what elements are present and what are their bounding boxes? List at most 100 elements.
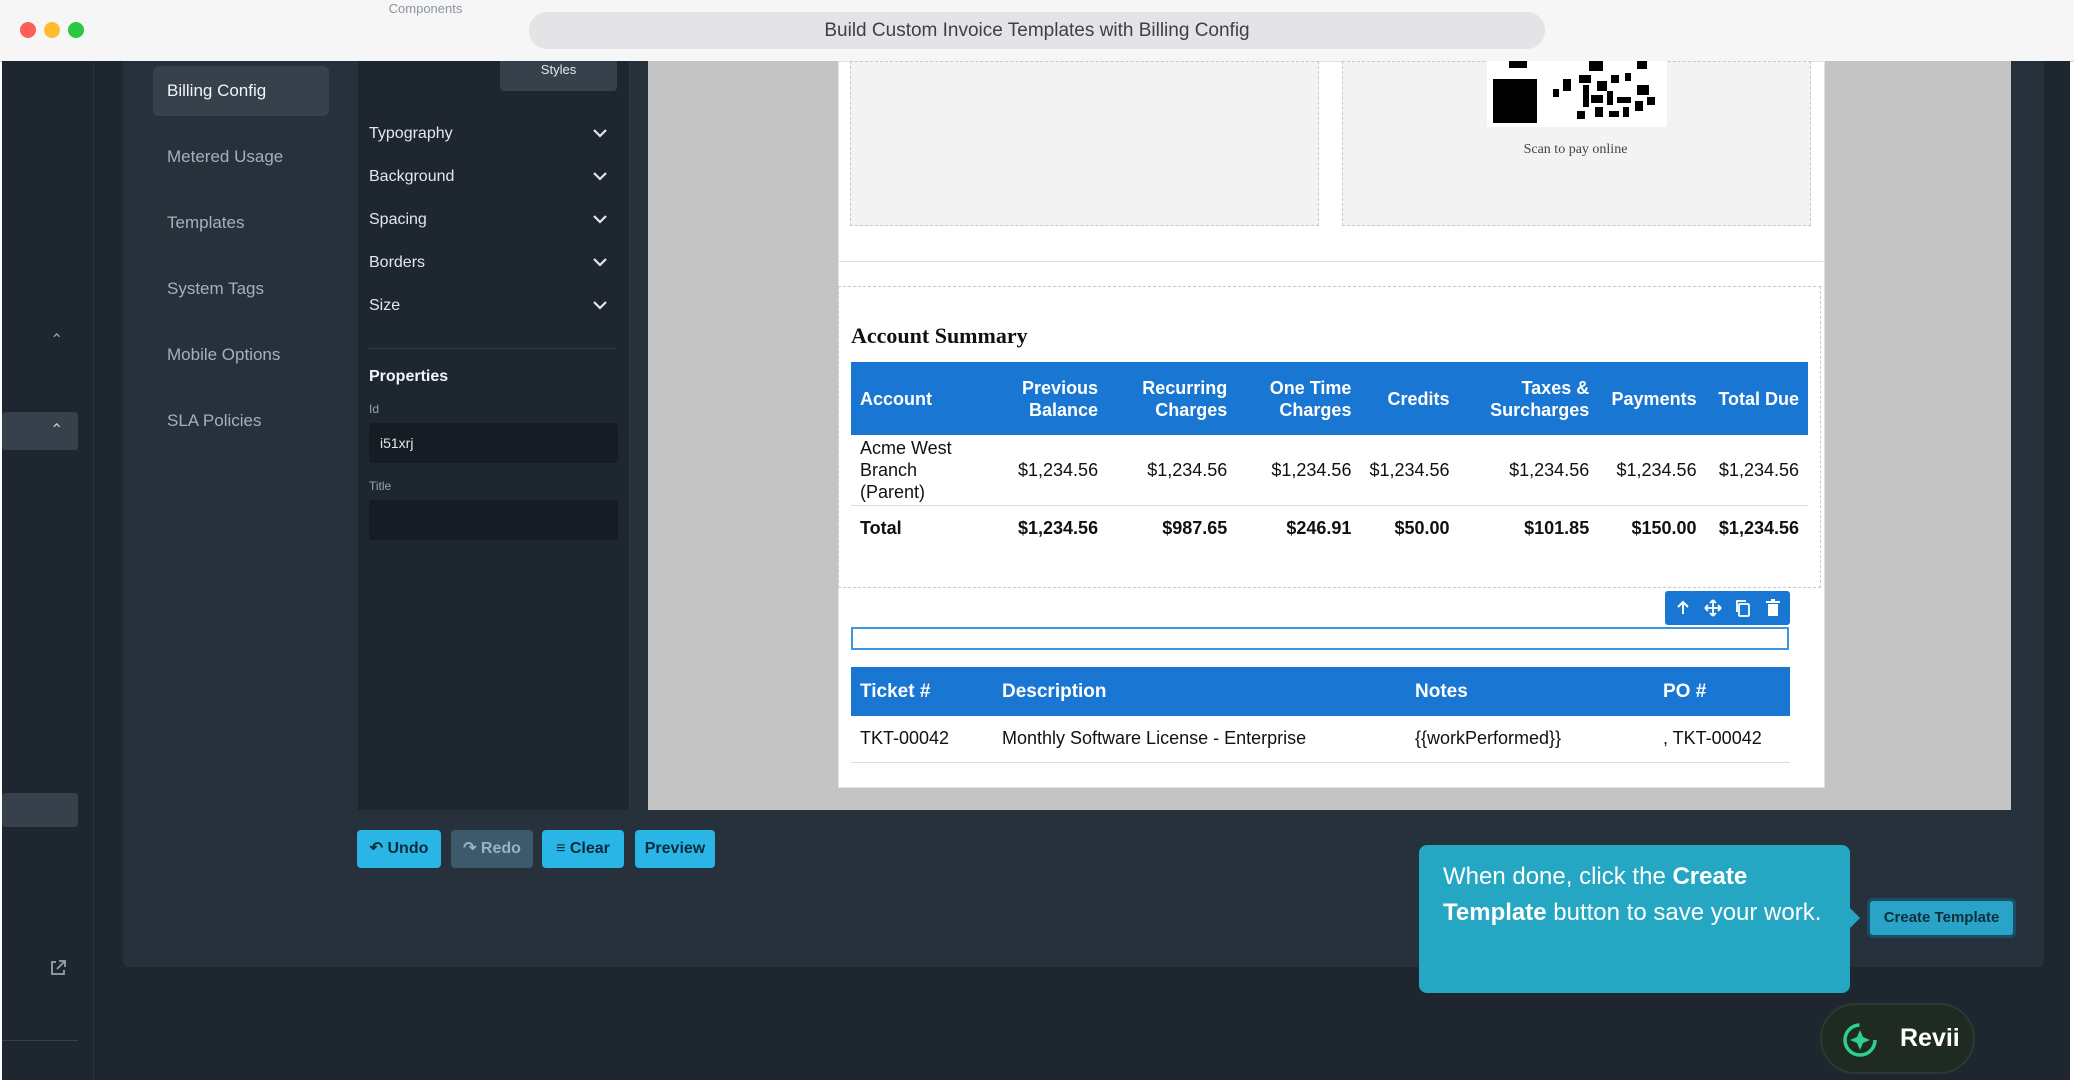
tooltip-text-post: button to save your work. bbox=[1546, 899, 1822, 926]
component-toolbar bbox=[1665, 591, 1790, 625]
nav-item-system-tags[interactable]: System Tags bbox=[153, 264, 329, 314]
table-cell: $1,234.56 bbox=[1271, 459, 1352, 480]
sector-borders[interactable]: Borders bbox=[369, 243, 615, 283]
column-header: Previous Balance bbox=[974, 362, 1108, 435]
chevron-down-icon bbox=[593, 114, 607, 154]
id-label: Id bbox=[369, 402, 380, 416]
redo-button[interactable]: ↷ Redo bbox=[451, 830, 533, 868]
table-cell: $150.00 bbox=[1631, 518, 1697, 539]
account-summary-title: Account Summary bbox=[851, 323, 1028, 348]
table-cell: $1,234.56 bbox=[1718, 459, 1799, 480]
column-header: Taxes & Surcharges bbox=[1458, 362, 1599, 435]
maximize-window-button[interactable] bbox=[68, 22, 84, 38]
qr-code-image bbox=[1487, 61, 1667, 127]
rail-item[interactable] bbox=[2, 793, 78, 827]
move-icon[interactable] bbox=[1703, 598, 1723, 618]
delete-icon[interactable] bbox=[1763, 598, 1783, 618]
preview-label: Preview bbox=[644, 840, 706, 857]
undo-button[interactable]: ↶ Undo bbox=[357, 830, 441, 868]
window-title: Build Custom Invoice Templates with Bill… bbox=[529, 12, 1545, 49]
properties-heading: Properties bbox=[369, 368, 449, 385]
preview-button[interactable]: Preview bbox=[635, 830, 715, 868]
column-header: PO # bbox=[1654, 667, 1790, 716]
tooltip-text-pre: When done, click the bbox=[1443, 863, 1673, 890]
table-cell: $1,234.56 bbox=[1718, 518, 1799, 539]
redo-label: Redo bbox=[480, 840, 521, 857]
revii-assistant-button[interactable]: Revii bbox=[1820, 1003, 1975, 1074]
guide-tooltip: When done, click the Create Template but… bbox=[1419, 845, 1850, 993]
table-cell: $50.00 bbox=[1394, 518, 1450, 539]
chevron-down-icon bbox=[593, 157, 607, 197]
undo-label: Undo bbox=[387, 840, 429, 857]
nav-item-templates[interactable]: Templates bbox=[153, 198, 329, 248]
sector-typography[interactable]: Typography bbox=[369, 114, 615, 154]
column-header: Ticket # bbox=[851, 667, 993, 716]
table-cell: $1,234.56 bbox=[1369, 459, 1450, 480]
table-cell: $1,234.56 bbox=[1018, 518, 1099, 539]
table-cell: Total bbox=[860, 518, 902, 539]
create-template-button[interactable]: Create Template bbox=[1867, 898, 2016, 938]
table-cell: $1,234.56 bbox=[1018, 459, 1099, 480]
sector-label: Background bbox=[369, 168, 455, 185]
select-parent-icon[interactable] bbox=[1673, 598, 1693, 618]
sector-background[interactable]: Background bbox=[369, 157, 615, 197]
chevron-up-icon[interactable]: ⌃ bbox=[50, 330, 63, 350]
clear-label: Clear bbox=[569, 840, 610, 857]
sector-label: Borders bbox=[369, 254, 426, 271]
undo-icon: ↶ bbox=[369, 840, 384, 857]
account-summary-table: Account Previous Balance Recurring Charg… bbox=[851, 362, 1808, 551]
left-rail bbox=[2, 61, 94, 1080]
sector-spacing[interactable]: Spacing bbox=[369, 200, 615, 240]
divider bbox=[838, 261, 1823, 262]
sector-label: Spacing bbox=[369, 211, 427, 228]
sector-label: Typography bbox=[369, 125, 453, 142]
chevron-down-icon bbox=[593, 286, 607, 326]
rail-section-toggle[interactable]: ⌃ bbox=[2, 412, 78, 450]
title-label: Title bbox=[369, 479, 392, 493]
external-link-icon[interactable] bbox=[48, 958, 68, 978]
rail-divider bbox=[2, 1040, 78, 1041]
column-header: Description bbox=[993, 667, 1406, 716]
nav-item-sla-policies[interactable]: SLA Policies bbox=[153, 396, 329, 446]
chevron-up-icon: ⌃ bbox=[50, 422, 64, 439]
table-cell: Monthly Software License - Enterprise bbox=[993, 716, 1406, 763]
clear-button[interactable]: ≡ Clear bbox=[542, 830, 624, 868]
table-cell: $1,234.56 bbox=[1147, 459, 1228, 480]
column-header: Credits bbox=[1360, 362, 1459, 435]
table-cell: $1,234.56 bbox=[1616, 459, 1697, 480]
table-cell: $101.85 bbox=[1524, 518, 1590, 539]
sparkle-icon bbox=[1840, 1019, 1880, 1059]
sector-size[interactable]: Size bbox=[369, 286, 615, 326]
tooltip-arrow bbox=[1850, 908, 1860, 928]
column-header: Account bbox=[851, 362, 975, 435]
tab-components[interactable]: Components bbox=[358, 0, 493, 30]
chevron-down-icon bbox=[593, 200, 607, 240]
divider bbox=[369, 348, 615, 349]
minimize-window-button[interactable] bbox=[44, 22, 60, 38]
nav-item-billing-config[interactable]: Billing Config bbox=[153, 66, 329, 116]
column-header: Payments bbox=[1598, 362, 1706, 435]
nav-item-metered-usage[interactable]: Metered Usage bbox=[153, 132, 329, 182]
id-input[interactable]: i51xrj bbox=[369, 423, 618, 463]
selected-block[interactable] bbox=[851, 627, 1789, 650]
table-cell: , TKT-00042 bbox=[1654, 716, 1790, 763]
title-input[interactable] bbox=[369, 500, 618, 540]
table-cell: $987.65 bbox=[1162, 518, 1228, 539]
copy-icon[interactable] bbox=[1733, 598, 1753, 618]
assistant-label: Revii bbox=[1900, 1024, 1960, 1052]
table-row: Acme West Branch (Parent) $1,234.56 $1,2… bbox=[851, 435, 1808, 505]
clear-icon: ≡ bbox=[556, 840, 566, 857]
table-cell: $246.91 bbox=[1286, 518, 1352, 539]
empty-block[interactable] bbox=[850, 61, 1319, 226]
column-header: Total Due bbox=[1705, 362, 1808, 435]
table-cell: TKT-00042 bbox=[851, 716, 993, 763]
column-header: Recurring Charges bbox=[1107, 362, 1237, 435]
close-window-button[interactable] bbox=[20, 22, 36, 38]
nav-item-mobile-options[interactable]: Mobile Options bbox=[153, 330, 329, 380]
table-cell: {{workPerformed}} bbox=[1406, 716, 1654, 763]
total-row: Total $1,234.56 $987.65 $246.91 $50.00 $… bbox=[851, 505, 1808, 551]
redo-icon: ↷ bbox=[463, 840, 477, 857]
column-header: One Time Charges bbox=[1236, 362, 1361, 435]
sector-label: Size bbox=[369, 297, 401, 314]
tab-styles[interactable]: Styles bbox=[500, 61, 617, 91]
